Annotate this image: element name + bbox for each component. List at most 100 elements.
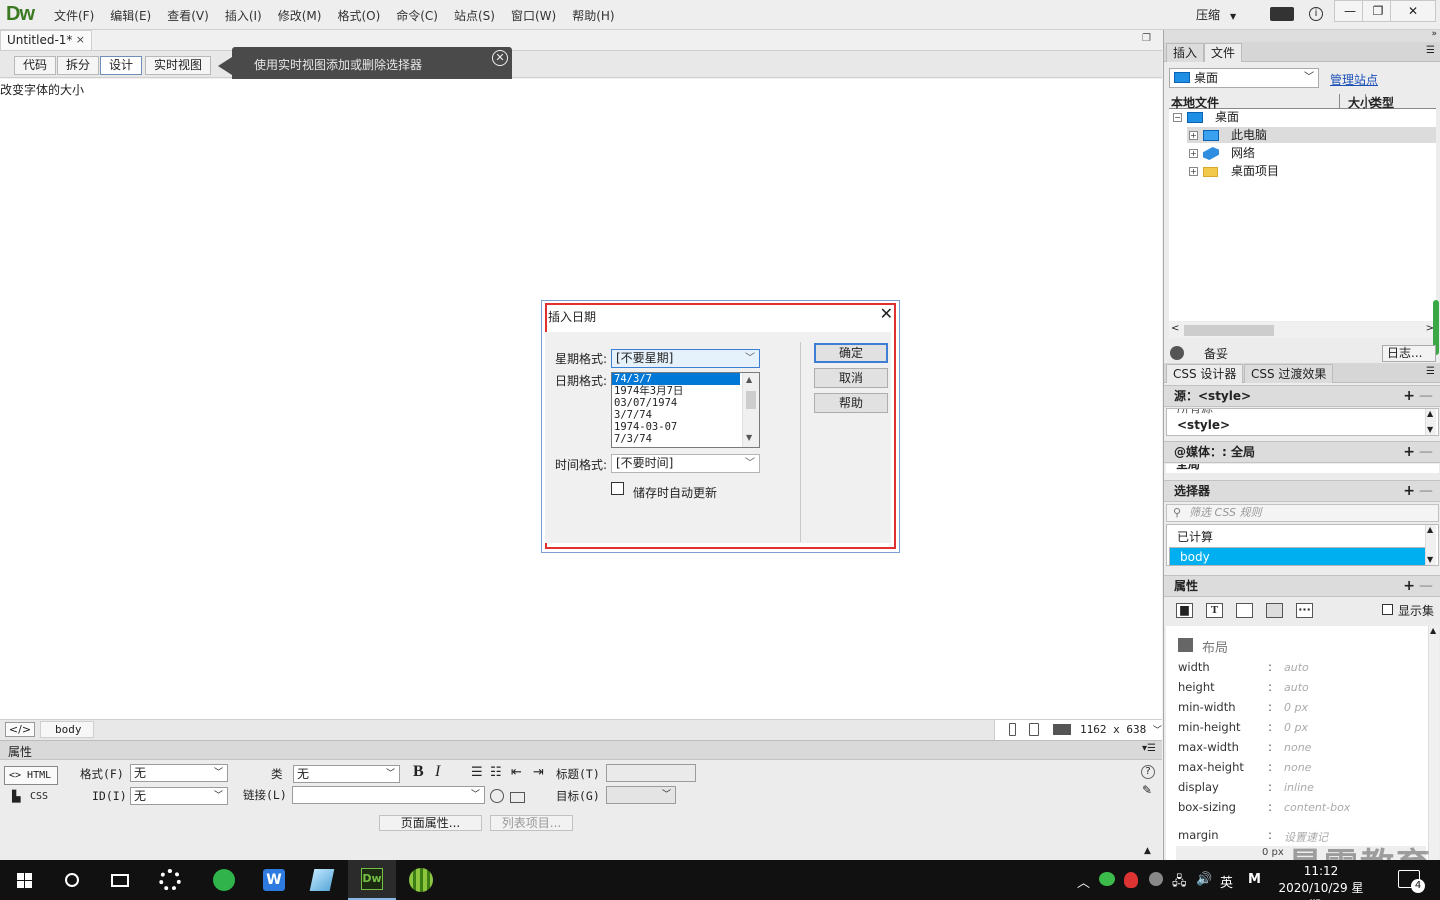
- extension-icon[interactable]: [1270, 7, 1294, 21]
- prop-value[interactable]: none: [1284, 761, 1311, 774]
- prop-row-height[interactable]: height: [1178, 680, 1215, 694]
- folder-icon[interactable]: [510, 792, 525, 803]
- ok-button[interactable]: 确定: [814, 343, 888, 363]
- app-pinwheel[interactable]: [146, 860, 194, 900]
- site-select[interactable]: 桌面 ﹀: [1169, 68, 1319, 88]
- html-mode-button[interactable]: <> HTML: [4, 766, 58, 785]
- menu-view[interactable]: 查看(V): [159, 7, 217, 24]
- document-tab[interactable]: Untitled-1* ×: [0, 30, 92, 50]
- prop-row-min-height[interactable]: min-height: [1178, 720, 1241, 734]
- tab-insert[interactable]: 插入: [1166, 43, 1205, 62]
- selectors-scrollbar[interactable]: ▲ ▼: [1425, 525, 1436, 565]
- sources-scrollbar[interactable]: ▲ ▼: [1425, 409, 1436, 435]
- scroll-down-icon[interactable]: ▼: [746, 433, 752, 442]
- prop-value[interactable]: content-box: [1284, 801, 1350, 814]
- network-icon[interactable]: 🖧: [1172, 872, 1187, 894]
- prop-row-margin[interactable]: margin: [1178, 828, 1219, 842]
- property-scrollbar[interactable]: ▲: [1428, 626, 1439, 860]
- design-view-button[interactable]: 设计: [100, 56, 143, 75]
- dialog-close-icon[interactable]: ✕: [880, 304, 893, 323]
- page-properties-button[interactable]: 页面属性...: [379, 815, 482, 831]
- weekday-format-select[interactable]: [不要星期] ﹀: [611, 349, 760, 368]
- scroll-up-icon[interactable]: ▲: [746, 375, 752, 384]
- scroll-up-icon[interactable]: ▲: [1427, 409, 1433, 418]
- collapse-icon[interactable]: ▲: [1144, 846, 1151, 856]
- prop-value[interactable]: inline: [1284, 781, 1314, 794]
- add-source-icon[interactable]: +: [1403, 386, 1415, 406]
- window-size-readout[interactable]: 1162 x 638 ﹀: [1080, 723, 1162, 736]
- date-option[interactable]: 1974-03-07: [612, 421, 740, 433]
- menu-edit[interactable]: 编辑(E): [102, 7, 159, 24]
- menu-site[interactable]: 站点(S): [446, 7, 503, 24]
- outdent-icon[interactable]: ⇤: [511, 765, 522, 780]
- add-selector-icon[interactable]: +: [1403, 481, 1415, 501]
- ime-mode-icon[interactable]: M: [1248, 872, 1261, 887]
- time-format-select[interactable]: [不要时间] ﹀: [611, 454, 760, 473]
- search-button[interactable]: [48, 860, 96, 900]
- tab-files[interactable]: 文件: [1204, 43, 1243, 62]
- app-dreamweaver[interactable]: Dw: [348, 860, 396, 900]
- prop-value[interactable]: auto: [1284, 681, 1309, 694]
- format-select[interactable]: 无 ﹀: [130, 764, 228, 782]
- files-hscrollbar[interactable]: < >: [1169, 322, 1436, 338]
- page-content-text[interactable]: 改变字体的大小: [0, 81, 84, 98]
- indent-icon[interactable]: ⇥: [533, 765, 544, 780]
- tray-chevron-icon[interactable]: ︿: [1077, 872, 1090, 891]
- scroll-up-icon[interactable]: ▲: [1427, 525, 1433, 534]
- remove-source-icon[interactable]: —: [1419, 386, 1433, 406]
- prop-row-max-width[interactable]: max-width: [1178, 740, 1239, 754]
- unordered-list-icon[interactable]: ☰: [471, 765, 483, 780]
- filter-css-input[interactable]: ⚲ 筛选 CSS 规则: [1166, 504, 1439, 522]
- app-tray-icon[interactable]: [1149, 872, 1163, 886]
- tab-css-transitions[interactable]: CSS 过渡效果: [1244, 364, 1334, 383]
- log-button[interactable]: 日志...: [1382, 345, 1436, 362]
- app-wps[interactable]: W: [250, 860, 298, 900]
- scroll-thumb[interactable]: [1184, 325, 1274, 336]
- clock[interactable]: 11:12 2020/10/29 星期四: [1276, 863, 1366, 900]
- info-icon[interactable]: i: [1309, 7, 1323, 21]
- notification-icon[interactable]: 4: [1398, 870, 1425, 893]
- source-item-all[interactable]: 所有源: [1177, 409, 1213, 416]
- volume-icon[interactable]: 🔊: [1196, 872, 1212, 887]
- add-property-icon[interactable]: +: [1403, 576, 1415, 596]
- show-set-checkbox[interactable]: [1382, 604, 1393, 615]
- menu-commands[interactable]: 命令(C): [388, 7, 446, 24]
- date-option[interactable]: 7/3/74: [612, 433, 740, 445]
- remove-media-icon[interactable]: —: [1419, 442, 1433, 462]
- date-option[interactable]: 3/7/74: [612, 409, 740, 421]
- expand-icon[interactable]: »: [1431, 29, 1437, 39]
- collapse-node-icon[interactable]: −: [1173, 113, 1182, 122]
- remove-selector-icon[interactable]: —: [1419, 481, 1433, 501]
- date-option[interactable]: 1974年3月7日: [612, 385, 740, 397]
- background-icon[interactable]: [1266, 603, 1283, 618]
- panel-menu-icon[interactable]: ☰: [1426, 366, 1435, 377]
- prop-value[interactable]: 0 px: [1284, 701, 1308, 714]
- prop-row-width[interactable]: width: [1178, 660, 1210, 674]
- tablet-icon[interactable]: [1029, 723, 1039, 736]
- italic-button[interactable]: I: [435, 763, 440, 781]
- scroll-left-icon[interactable]: <: [1171, 323, 1179, 334]
- list-item-button[interactable]: 列表项目...: [490, 815, 573, 831]
- quick-tag-editor-icon[interactable]: ✎: [1142, 783, 1152, 797]
- prop-value[interactable]: none: [1284, 741, 1311, 754]
- help-icon[interactable]: ?: [1141, 765, 1155, 779]
- date-option[interactable]: 74/3/7: [612, 373, 740, 385]
- menu-modify[interactable]: 修改(M): [270, 7, 330, 24]
- class-select[interactable]: 无 ﹀: [293, 765, 400, 783]
- tree-item-desktop-items[interactable]: 桌面项目: [1231, 163, 1279, 179]
- prop-row-box-sizing[interactable]: box-sizing: [1178, 800, 1236, 814]
- scroll-up-icon[interactable]: ▲: [1430, 626, 1436, 635]
- qq-icon[interactable]: [1124, 872, 1138, 888]
- expand-node-icon[interactable]: +: [1189, 167, 1198, 176]
- live-view-button[interactable]: 实时视图: [145, 56, 212, 75]
- menu-insert[interactable]: 插入(I): [217, 7, 270, 24]
- expand-node-icon[interactable]: +: [1189, 149, 1198, 158]
- prop-value[interactable]: auto: [1284, 661, 1309, 674]
- layout-icon[interactable]: ▆: [1176, 603, 1193, 618]
- margin-top-value[interactable]: 0 px: [1262, 847, 1284, 858]
- add-media-icon[interactable]: +: [1403, 442, 1415, 462]
- border-icon[interactable]: [1236, 603, 1253, 618]
- start-button[interactable]: [0, 860, 48, 900]
- prop-value[interactable]: 0 px: [1284, 721, 1308, 734]
- app-browser[interactable]: [200, 860, 248, 900]
